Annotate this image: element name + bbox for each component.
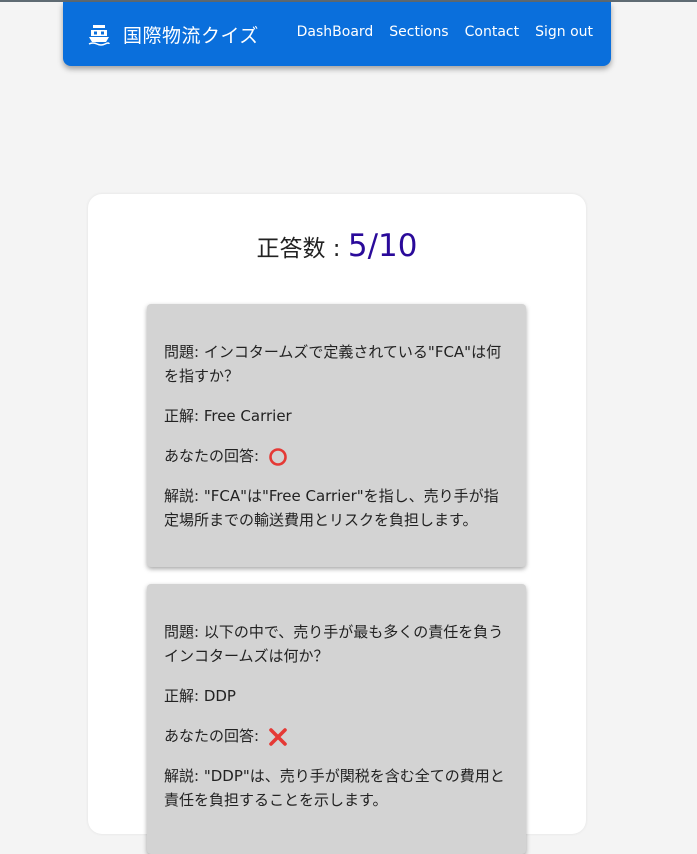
incorrect-cross-icon xyxy=(269,727,287,746)
brand-title: 国際物流クイズ xyxy=(123,24,259,47)
correct-answer: 正解: Free Carrier xyxy=(164,407,292,425)
nav-dashboard[interactable]: DashBoard xyxy=(297,24,374,40)
user-answer: あなたの回答: xyxy=(164,724,509,748)
explanation: 解説: "FCA"は"Free Carrier"を指し、売り手が指定場所までの輸… xyxy=(164,487,499,529)
score-value: 5/10 xyxy=(347,228,418,264)
user-answer-label: あなたの回答: xyxy=(164,727,264,745)
score-label: 正答数 : xyxy=(256,236,348,262)
score: 正答数 : 5/10 xyxy=(88,228,586,264)
user-answer: あなたの回答: xyxy=(164,444,509,468)
explanation: 解説: "DDP"は、売り手が関税を含む全ての費用と責任を負担することを示します… xyxy=(164,767,505,809)
question-text: 問題: インコタームズで定義されている"FCA"は何を指すか？ xyxy=(164,343,502,385)
question-text: 問題: 以下の中で、売り手が最も多くの責任を負うインコタームズは何か？ xyxy=(164,623,504,665)
result-item: 問題: 以下の中で、売り手が最も多くの責任を負うインコタームズは何か？ 正解: … xyxy=(147,584,526,854)
nav-sections[interactable]: Sections xyxy=(389,24,448,40)
correct-answer: 正解: DDP xyxy=(164,687,236,705)
nav-links: DashBoard Sections Contact Sign out xyxy=(281,24,593,40)
nav-sign-out[interactable]: Sign out xyxy=(535,24,593,40)
correct-circle-icon xyxy=(269,447,287,466)
nav-contact[interactable]: Contact xyxy=(465,24,519,40)
result-item: 問題: インコタームズで定義されている"FCA"は何を指すか？ 正解: Free… xyxy=(147,304,526,567)
ship-icon xyxy=(88,25,110,46)
navbar: 国際物流クイズ DashBoard Sections Contact Sign … xyxy=(63,2,611,66)
brand[interactable]: 国際物流クイズ xyxy=(87,18,259,50)
results-card: 正答数 : 5/10 問題: インコタームズで定義されている"FCA"は何を指す… xyxy=(88,194,586,854)
user-answer-label: あなたの回答: xyxy=(164,447,264,465)
